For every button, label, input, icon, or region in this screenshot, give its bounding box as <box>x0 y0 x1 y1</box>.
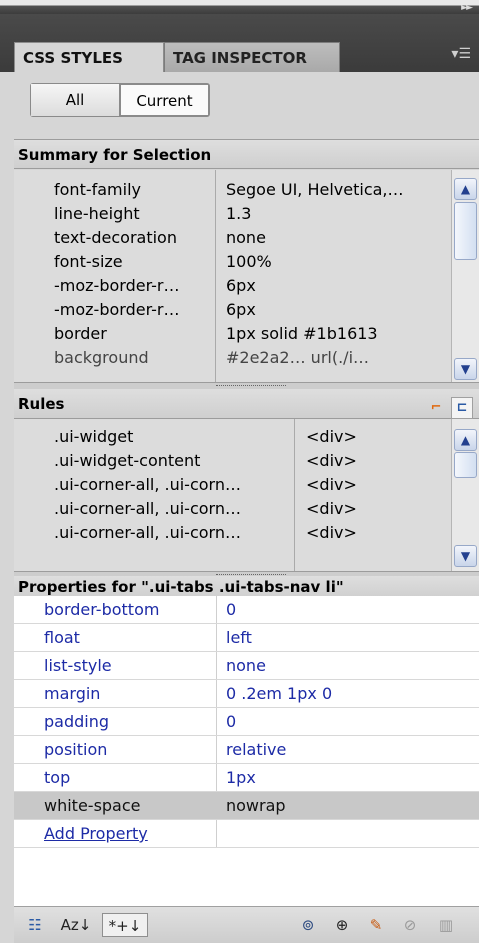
add-property-link[interactable]: Add Property <box>44 820 148 848</box>
rules-header[interactable]: Rules ⌐ ⊏ <box>14 389 479 419</box>
panel-tab-strip: CSS STYLES TAG INSPECTOR ▾☰ <box>0 14 479 72</box>
tab-css-styles[interactable]: CSS STYLES <box>14 42 164 72</box>
column-divider <box>215 170 216 382</box>
rules-view-icons: ⌐ ⊏ <box>421 391 473 421</box>
panel-splitter[interactable] <box>14 382 479 389</box>
category-view-icon[interactable]: ☷ <box>22 913 48 937</box>
alphabetical-view-button[interactable]: Az↓ <box>54 913 98 937</box>
rule-tree-view-icon[interactable]: ⊏ <box>451 397 473 419</box>
property-row[interactable]: list-style none <box>14 652 479 680</box>
property-row[interactable]: padding 0 <box>14 708 479 736</box>
double-arrow-right-icon[interactable]: ►► <box>461 3 473 13</box>
add-property-row[interactable]: Add Property <box>14 820 479 848</box>
rules-scrollbar[interactable]: ▲ ▼ <box>451 419 479 571</box>
column-divider <box>294 419 295 571</box>
summary-header[interactable]: Summary for Selection <box>14 139 479 169</box>
attach-stylesheet-icon[interactable]: ⊚ <box>294 913 322 937</box>
new-css-rule-icon[interactable]: ⊕ <box>328 913 356 937</box>
scroll-thumb[interactable] <box>454 202 477 260</box>
mode-toggle: All Current <box>30 83 210 117</box>
show-set-properties-button[interactable]: *+↓ <box>102 913 148 937</box>
summary-list: font-family Segoe UI, Helvetica,… line-he… <box>14 170 479 382</box>
scroll-thumb[interactable] <box>454 452 477 478</box>
scroll-up-icon[interactable]: ▲ <box>454 178 477 200</box>
summary-scrollbar[interactable]: ▲ ▼ <box>451 170 479 382</box>
disable-property-icon[interactable]: ⊘ <box>396 913 424 937</box>
panel-options-icon[interactable]: ▾☰ <box>451 46 471 62</box>
trash-icon[interactable]: ▥ <box>432 913 460 937</box>
property-row-selected[interactable]: white-space nowrap <box>14 792 479 820</box>
all-mode-button[interactable]: All <box>31 84 120 116</box>
bottom-toolbar: ☷ Az↓ *+↓ ⊚ ⊕ ✎ ⊘ ▥ <box>14 906 479 943</box>
properties-header: Properties for ".ui-tabs .ui-tabs-nav li… <box>14 576 479 598</box>
current-mode-button[interactable]: Current <box>120 84 209 116</box>
scroll-down-icon[interactable]: ▼ <box>454 545 477 567</box>
property-row[interactable]: position relative <box>14 736 479 764</box>
cascade-view-icon[interactable]: ⌐ <box>425 397 447 419</box>
property-row[interactable]: float left <box>14 624 479 652</box>
properties-table: border-bottom 0 float left list-style none … <box>14 596 479 906</box>
tab-tag-inspector[interactable]: TAG INSPECTOR <box>164 42 340 72</box>
panel-group-titlebar: ►► <box>0 0 479 14</box>
edit-rule-icon[interactable]: ✎ <box>362 913 390 937</box>
splitter-grip <box>216 574 286 575</box>
scroll-down-icon[interactable]: ▼ <box>454 358 477 380</box>
property-row[interactable]: margin 0 .2em 1px 0 <box>14 680 479 708</box>
property-row[interactable]: border-bottom 0 <box>14 596 479 624</box>
splitter-grip <box>216 385 286 386</box>
rules-list: .ui-widget <div> .ui-widget-content <div> … <box>14 419 479 571</box>
rules-title: Rules <box>18 395 65 413</box>
scroll-up-icon[interactable]: ▲ <box>454 429 477 451</box>
property-row[interactable]: top 1px <box>14 764 479 792</box>
